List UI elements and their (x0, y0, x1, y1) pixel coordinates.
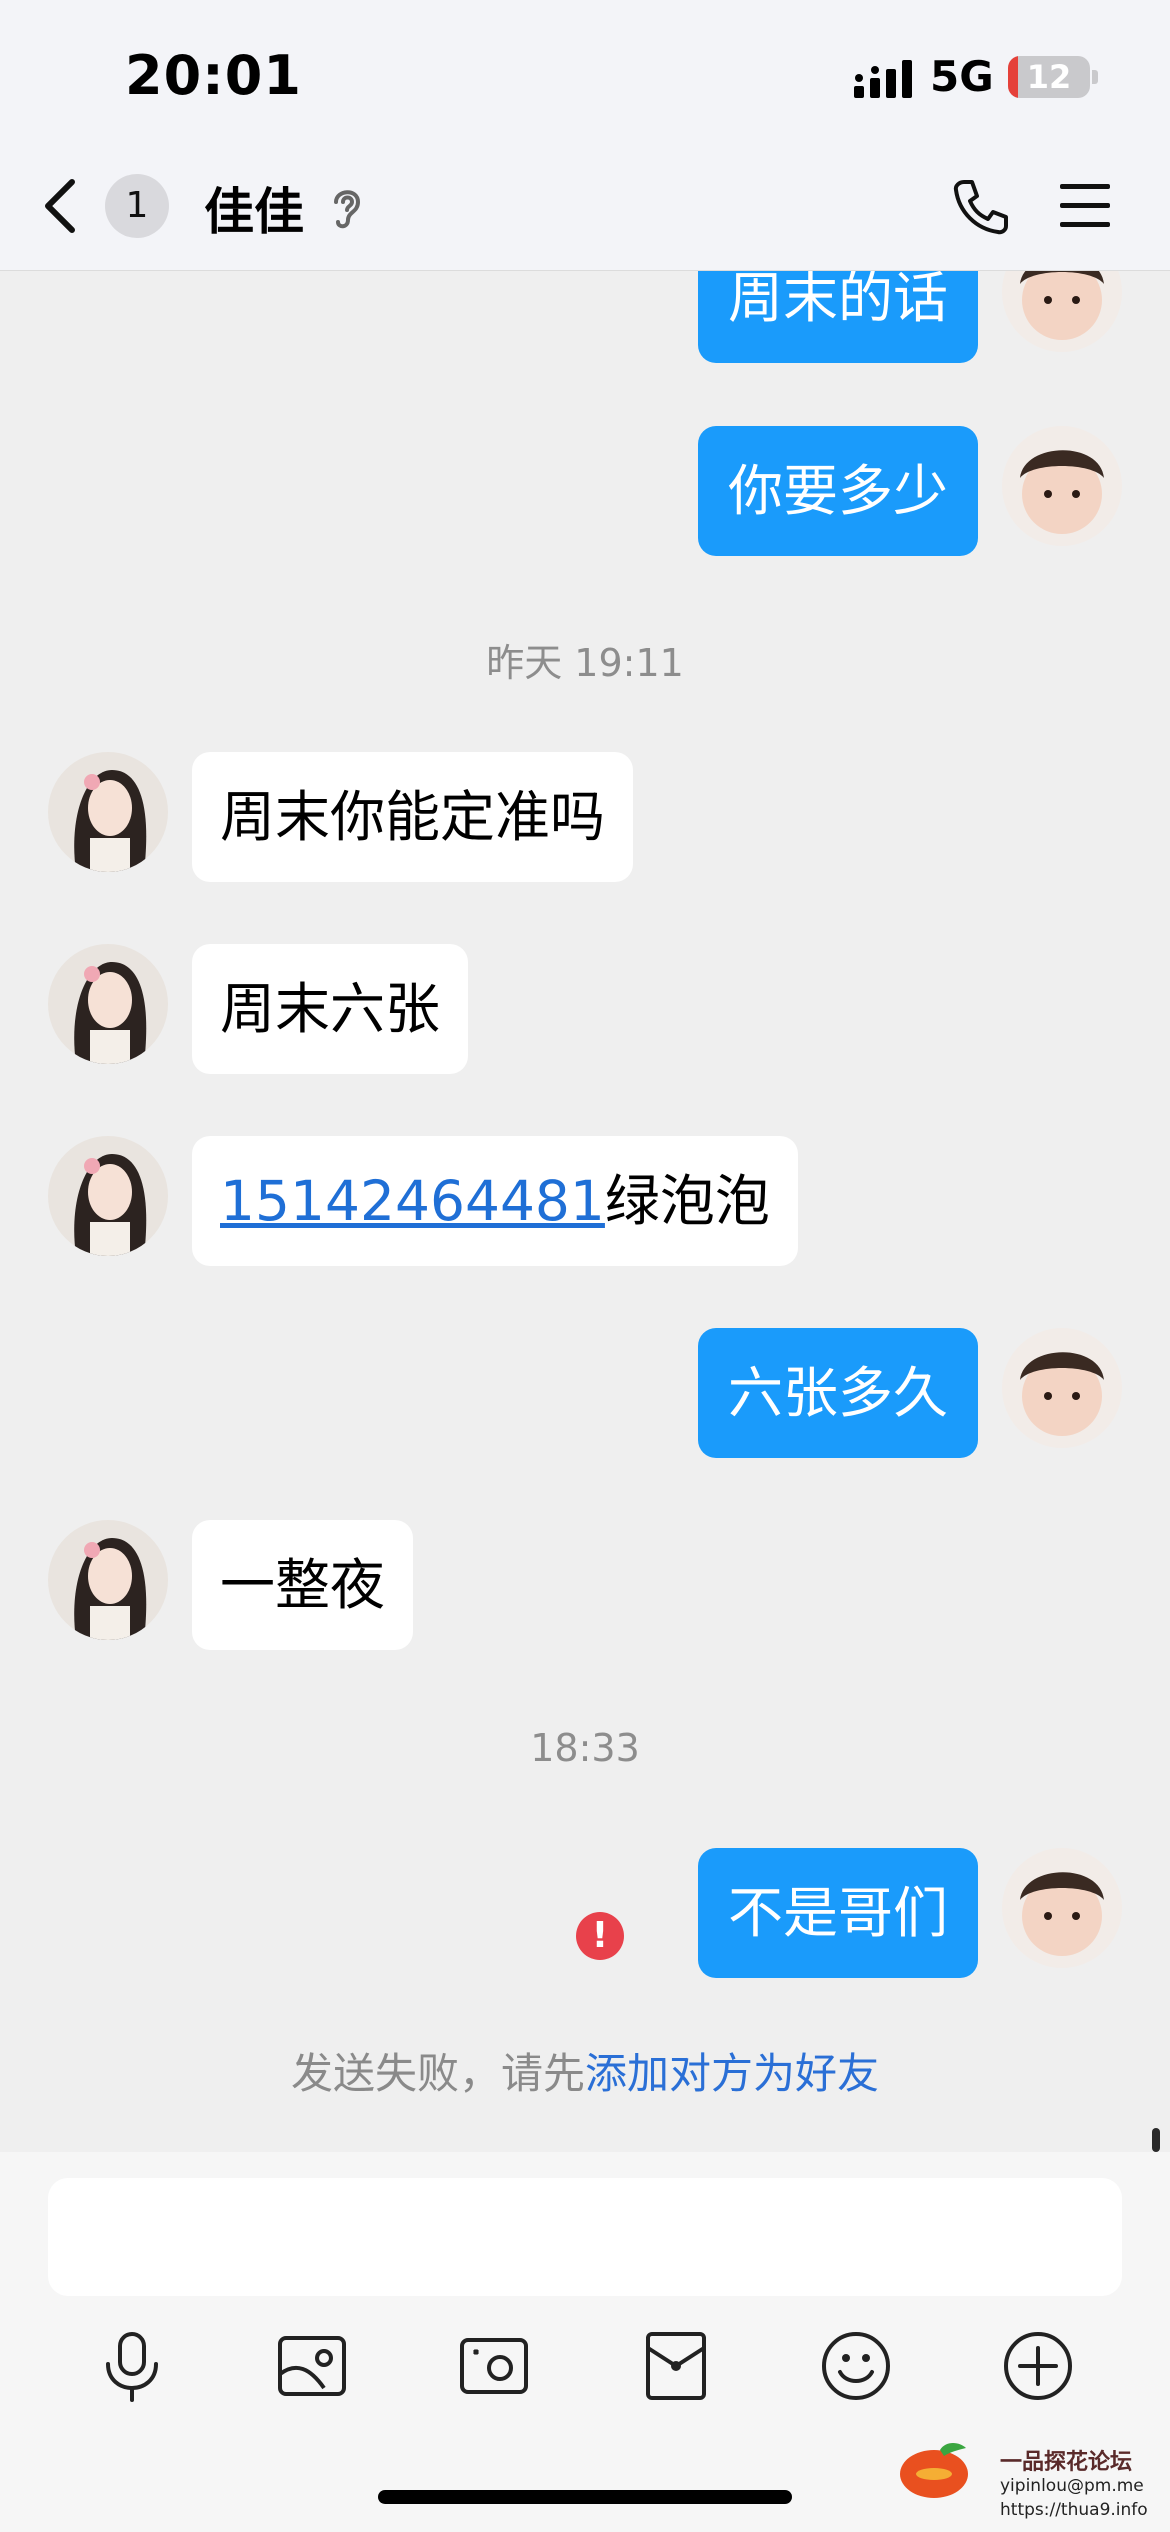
message-text: 一整夜 (220, 1553, 386, 1617)
red-packet-icon[interactable] (638, 2328, 714, 2404)
message-text: 绿泡泡 (604, 1169, 770, 1233)
contact-name[interactable]: 佳佳 (204, 172, 304, 244)
timestamp: 18:33 (530, 1726, 640, 1770)
contact-avatar[interactable] (48, 1136, 168, 1256)
message-text: 周末六张 (220, 977, 441, 1041)
menu-icon[interactable] (1060, 182, 1110, 230)
photo-icon[interactable] (274, 2328, 350, 2404)
send-failed-icon[interactable]: ! (576, 1912, 624, 1960)
message-bubble-outgoing[interactable]: 你要多少 (697, 426, 978, 556)
plus-icon[interactable] (1000, 2328, 1076, 2404)
unread-badge[interactable]: 1 (105, 174, 169, 238)
contact-avatar[interactable] (48, 944, 168, 1064)
camera-icon[interactable] (456, 2328, 532, 2404)
battery-percent: 12 (1026, 58, 1072, 96)
message-text: 不是哥们 (727, 1881, 948, 1945)
message-input[interactable] (48, 2178, 1122, 2296)
send-failed-text: 发送失败，请先 (290, 2049, 585, 2098)
network-type: 5G (930, 52, 994, 101)
message-bubble-outgoing[interactable]: 六张多久 (697, 1328, 978, 1458)
add-friend-link[interactable]: 添加对方为好友 (585, 2049, 879, 2098)
microphone-icon[interactable] (94, 2328, 170, 2404)
my-avatar[interactable] (1002, 1328, 1122, 1448)
message-text: 六张多久 (727, 1361, 948, 1425)
home-indicator[interactable] (378, 2490, 792, 2504)
my-avatar[interactable] (1002, 426, 1122, 546)
my-avatar[interactable] (1002, 1848, 1122, 1968)
message-bubble-outgoing[interactable]: 不是哥们 (697, 1848, 978, 1978)
message-bubble-incoming[interactable]: 一整夜 (192, 1520, 414, 1650)
message-text: 你要多少 (727, 459, 948, 523)
emoji-icon[interactable] (818, 2328, 894, 2404)
message-text: 周末你能定准吗 (220, 785, 606, 849)
watermark-title: 一品探花论坛 (1000, 2450, 1133, 2475)
back-chevron-icon[interactable] (40, 176, 80, 236)
phone-icon[interactable] (950, 176, 1010, 236)
battery-icon: 12 (1008, 56, 1090, 98)
watermark-url: https://thua9.info (1000, 2500, 1148, 2520)
contact-avatar[interactable] (48, 752, 168, 872)
timestamp: 昨天 19:11 (486, 641, 684, 685)
phone-number-link[interactable]: 15142464481 (220, 1169, 605, 1233)
message-bubble-incoming[interactable]: 周末你能定准吗 (192, 752, 634, 882)
status-time: 20:01 (125, 44, 302, 107)
scrollbar[interactable] (1152, 2128, 1160, 2152)
ear-icon[interactable] (328, 184, 364, 232)
watermark-email: yipinlou@pm.me (1000, 2476, 1144, 2496)
message-text: 周末的话 (727, 266, 948, 330)
watermark-logo (900, 2443, 968, 2498)
send-failed-notice: 发送失败，请先添加对方为好友 (0, 2040, 1170, 2101)
signal-icon (854, 60, 912, 98)
contact-avatar[interactable] (48, 1520, 168, 1640)
message-bubble-incoming[interactable]: 15142464481绿泡泡 (192, 1136, 798, 1266)
message-bubble-incoming[interactable]: 周末六张 (192, 944, 469, 1074)
battery-tip (1092, 70, 1098, 84)
